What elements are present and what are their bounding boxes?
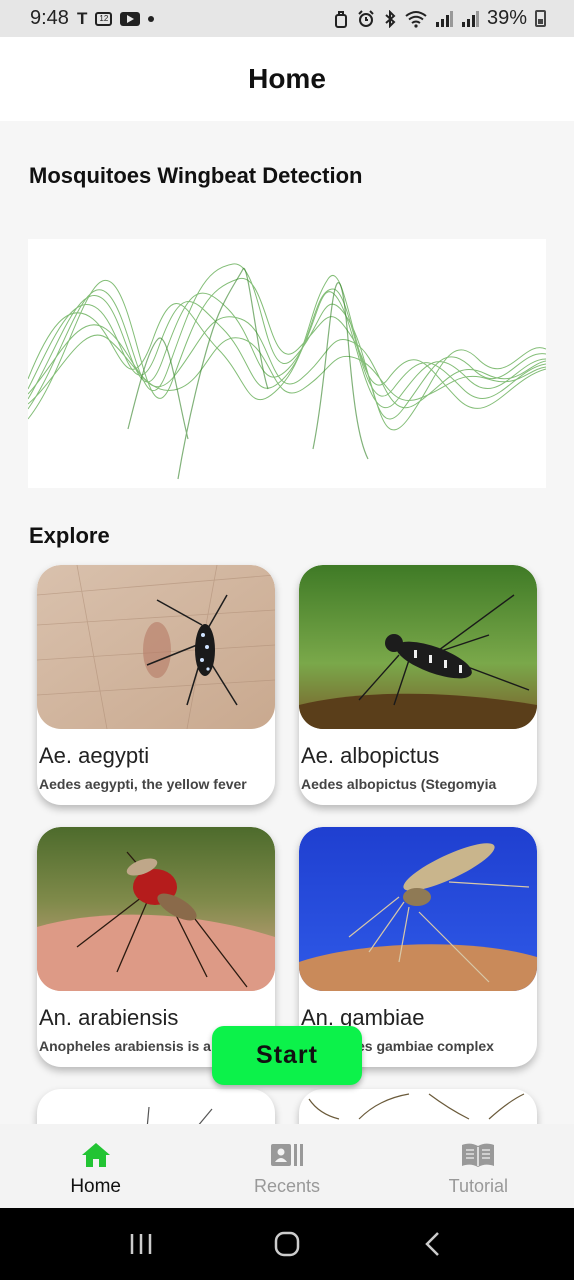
youtube-icon bbox=[120, 11, 141, 26]
card-description: Aedes albopictus (Stegomyia bbox=[301, 776, 497, 792]
nav-item-recents[interactable]: Recents bbox=[191, 1124, 382, 1208]
mosquito-on-leaf-photo bbox=[299, 565, 537, 729]
wifi-icon bbox=[405, 10, 427, 28]
status-right: 39% bbox=[333, 7, 546, 30]
status-left: 9:48 T 12 bbox=[30, 7, 155, 30]
mosquito-blue-bg-photo bbox=[299, 827, 537, 991]
signal-icon-2 bbox=[461, 10, 479, 27]
calendar-icon: 12 bbox=[95, 11, 113, 26]
status-time: 9:48 bbox=[30, 7, 69, 29]
home-icon bbox=[79, 1140, 113, 1170]
system-navigation-bar bbox=[0, 1208, 574, 1280]
mosquito-feeding-photo bbox=[37, 827, 275, 991]
nav-item-home[interactable]: Home bbox=[0, 1124, 191, 1208]
wingbeat-waveform-image bbox=[27, 239, 547, 488]
bottom-navigation: Home Recents Tutorial bbox=[0, 1124, 574, 1208]
app-heading: Mosquitoes Wingbeat Detection bbox=[29, 163, 363, 188]
species-card-aegypti[interactable]: Ae. aegypti Aedes aegypti, the yellow fe… bbox=[37, 565, 275, 805]
battery-percent: 39% bbox=[486, 7, 527, 29]
t-app-icon: T bbox=[76, 8, 88, 28]
signal-icon bbox=[435, 10, 453, 27]
species-card-partial-right[interactable] bbox=[299, 1089, 537, 1124]
bluetooth-icon bbox=[385, 9, 396, 28]
card-description: Aedes aegypti, the yellow fever bbox=[39, 776, 247, 792]
explore-heading: Explore bbox=[29, 523, 110, 548]
page-title: Home bbox=[248, 63, 326, 94]
home-circle-icon bbox=[274, 1231, 300, 1257]
alarm-icon bbox=[358, 9, 374, 27]
screen: 9:48 T 12 39% Home Mosquitoes Wingbeat D… bbox=[0, 0, 574, 1280]
book-icon bbox=[461, 1140, 495, 1170]
back-chevron-icon bbox=[425, 1232, 439, 1256]
species-card-albopictus[interactable]: Ae. albopictus Aedes albopictus (Stegomy… bbox=[299, 565, 537, 805]
nav-label-home: Home bbox=[70, 1176, 121, 1197]
recent-apps-button[interactable] bbox=[111, 1224, 171, 1264]
recycle-icon bbox=[334, 10, 347, 28]
card-title: An. arabiensis bbox=[39, 1005, 179, 1030]
top-app-bar: Home bbox=[0, 37, 574, 121]
battery-icon bbox=[535, 10, 546, 27]
status-bar: 9:48 T 12 39% bbox=[0, 0, 574, 37]
card-title: Ae. albopictus bbox=[301, 743, 440, 768]
back-button[interactable] bbox=[403, 1224, 463, 1264]
home-content[interactable]: Mosquitoes Wingbeat Detection Explore Ae… bbox=[0, 121, 574, 1124]
recent-apps-icon bbox=[130, 1234, 152, 1254]
species-card-partial-left[interactable] bbox=[37, 1089, 275, 1124]
nav-item-tutorial[interactable]: Tutorial bbox=[383, 1124, 574, 1208]
nav-label-recents: Recents bbox=[253, 1176, 321, 1196]
start-button[interactable]: Start bbox=[212, 1026, 362, 1085]
card-title: Ae. aegypti bbox=[39, 743, 150, 768]
more-notifications-icon bbox=[148, 15, 155, 22]
nav-label-tutorial: Tutorial bbox=[448, 1176, 508, 1196]
home-system-button[interactable] bbox=[257, 1224, 317, 1264]
recents-icon bbox=[270, 1140, 304, 1170]
mosquito-on-skin-photo bbox=[37, 565, 275, 729]
